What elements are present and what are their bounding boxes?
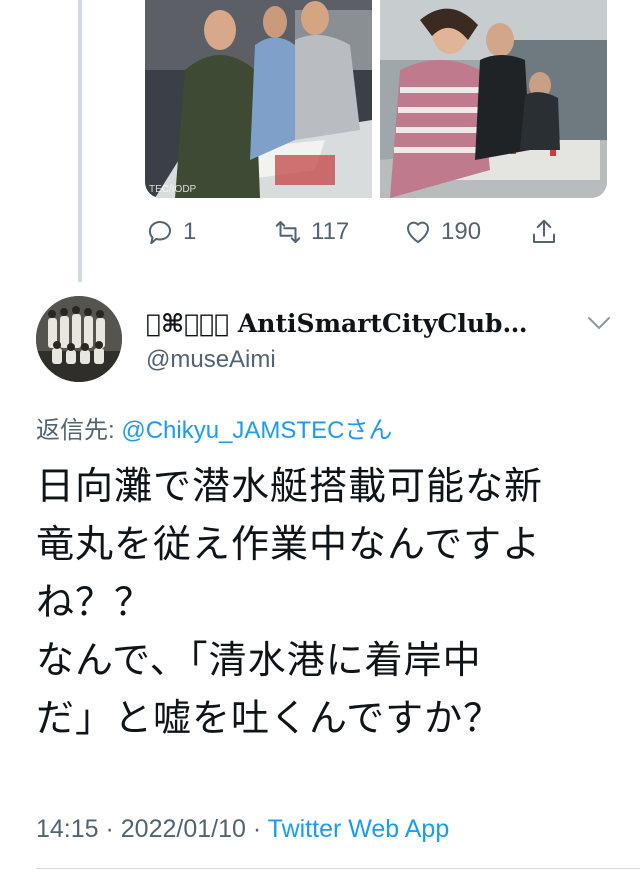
mention-honorific: さん xyxy=(344,417,393,444)
tweet-photo-1[interactable]: TEC/IODP xyxy=(145,0,372,198)
share-icon xyxy=(533,219,555,243)
reply-button[interactable]: 1 xyxy=(145,212,196,252)
avatar-photo-team-icon xyxy=(36,296,122,382)
photo-watermark: TEC/IODP xyxy=(149,184,197,195)
tweet-meta: 14:15 · 2022/01/10 · Twitter Web App xyxy=(36,815,449,844)
tweet-body-line: 竜丸を従え作業中なんですよ xyxy=(36,524,542,566)
chevron-down-icon[interactable] xyxy=(585,312,613,334)
like-button[interactable]: 190 xyxy=(403,212,481,252)
source-app-link[interactable]: Twitter Web App xyxy=(268,815,450,843)
tweet-timestamp[interactable]: 14:15 · 2022/01/10 · xyxy=(36,815,268,843)
retweet-icon xyxy=(275,221,301,243)
thread-connector-line xyxy=(78,0,82,282)
tweet-body-line: なんで、「清水港に着岸中 xyxy=(36,640,482,682)
replying-to-label: 返信先: xyxy=(36,417,115,444)
tweet-photo-2[interactable] xyxy=(380,0,607,198)
reply-count: 1 xyxy=(183,218,197,245)
share-button[interactable] xyxy=(529,212,559,252)
user-avatar[interactable] xyxy=(36,296,122,382)
tweet-body-line: だ」と嘘を吐くんですか？ xyxy=(36,698,503,740)
photo-lab-people-drawing-maps-icon: TEC/IODP xyxy=(145,0,372,198)
like-count: 190 xyxy=(441,218,482,245)
reply-icon xyxy=(148,221,171,245)
tweet-body: 日向灘で潜水艇搭載可能な新 竜丸を従え作業中なんですよ ね？？ なんで、「清水港… xyxy=(36,458,616,748)
heart-icon xyxy=(407,221,429,243)
display-name[interactable]: ⌘☯⚘♞ AntiSmartCityClub… xyxy=(146,309,576,338)
retweet-count: 117 xyxy=(311,218,350,245)
replying-to: 返信先: @Chikyu_JAMSTECさん xyxy=(36,410,392,445)
photo-lab-people-model-table-icon xyxy=(380,0,607,198)
previous-tweet-action-bar: 1 117 190 xyxy=(145,212,575,252)
tweet-body-line: ね？？ xyxy=(36,582,154,624)
replying-to-mention-link[interactable]: @Chikyu_JAMSTECさん xyxy=(121,417,392,444)
tweet-body-line: 日向灘で潜水艇搭載可能な新 xyxy=(36,466,544,508)
retweet-button[interactable]: 117 xyxy=(273,212,349,252)
divider xyxy=(36,868,640,869)
user-handle[interactable]: @museAimi xyxy=(146,346,276,374)
mention-handle[interactable]: @Chikyu_JAMSTEC xyxy=(121,417,344,444)
